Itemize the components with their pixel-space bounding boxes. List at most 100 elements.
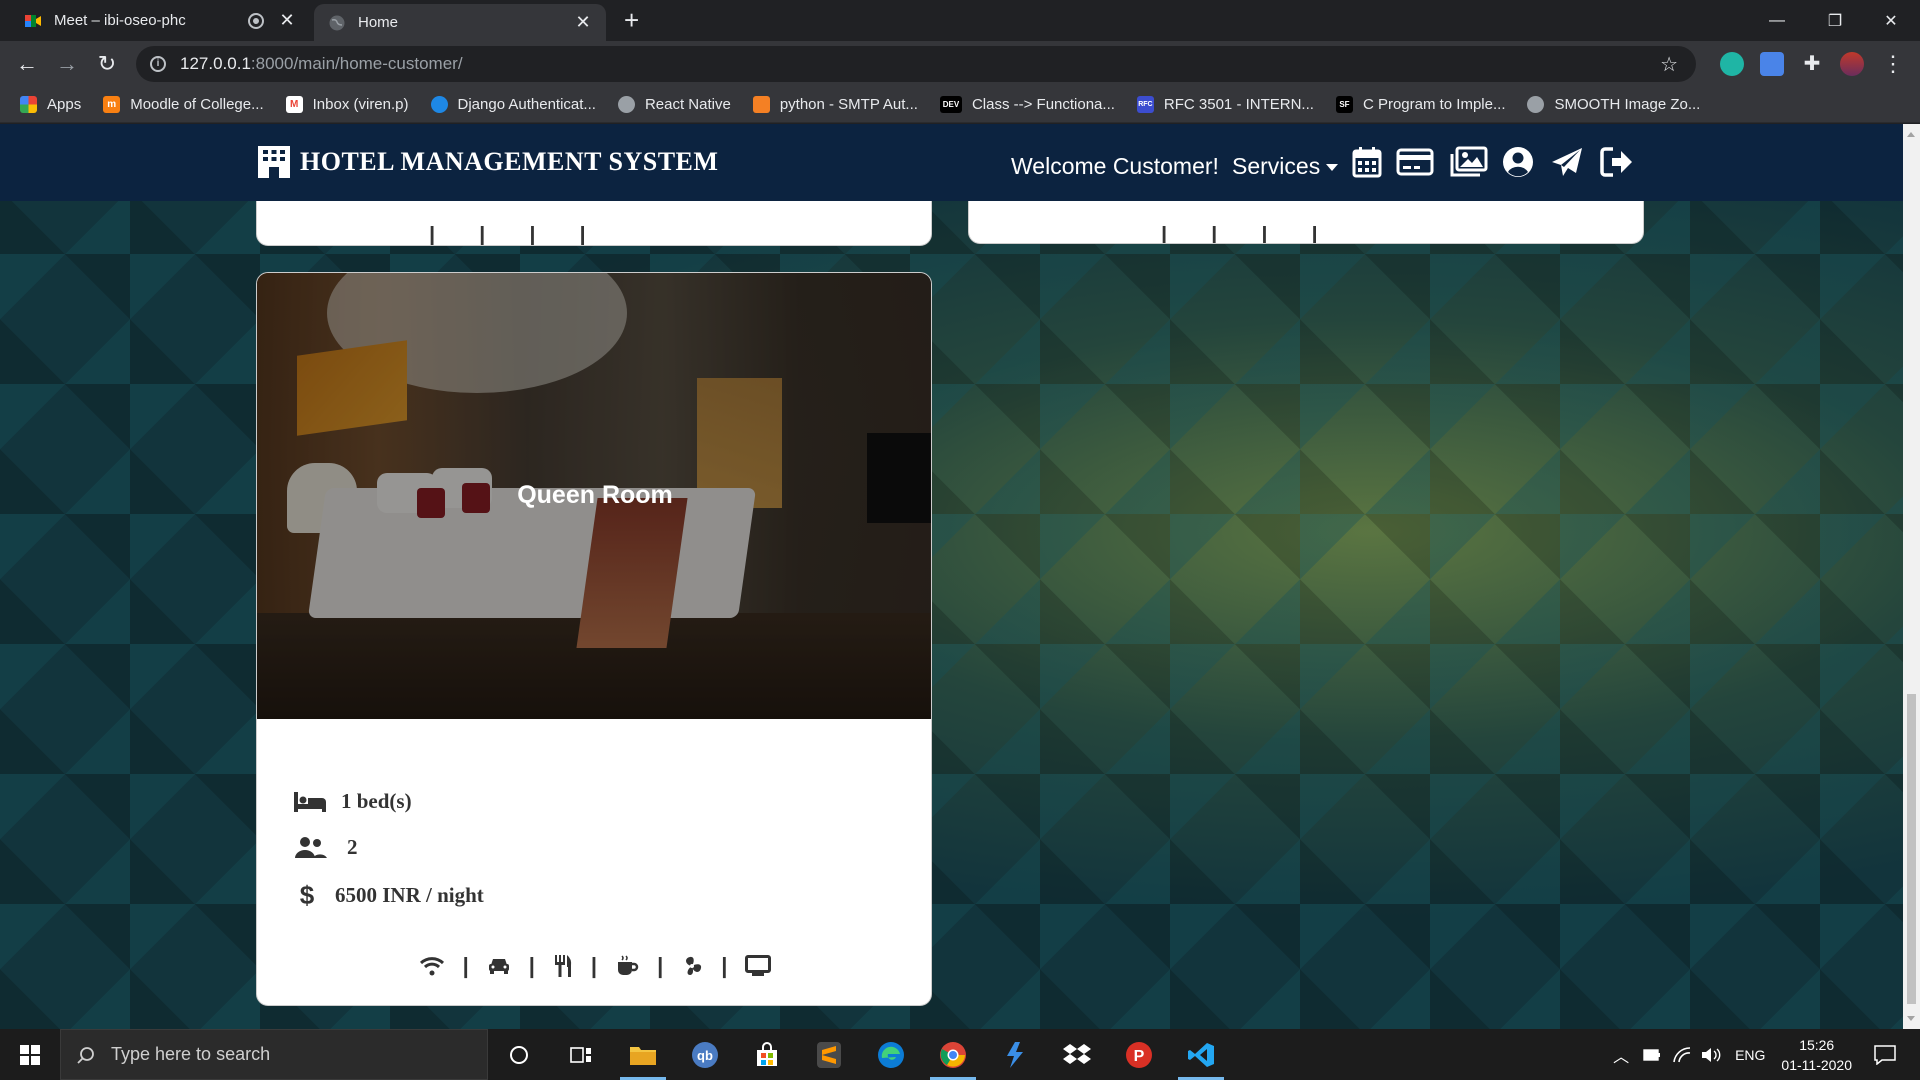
caret-down-icon <box>1326 164 1339 172</box>
wifi-tray-icon[interactable] <box>1673 1046 1691 1063</box>
google-translate-icon[interactable] <box>1760 52 1784 76</box>
bookmark-class-functional[interactable]: DEV Class --> Functiona... <box>939 96 1115 113</box>
new-tab-button[interactable]: + <box>624 7 639 33</box>
room-card-queen[interactable]: Queen Room 1 bed(s) 2 $ 6500 INR / night… <box>256 272 932 1006</box>
tab-home[interactable]: Home ✕ <box>314 4 606 41</box>
credit-card-icon[interactable] <box>1396 146 1434 178</box>
separator: | <box>721 953 728 978</box>
extension-m-icon[interactable] <box>1720 52 1744 76</box>
brand-title: HOTEL MANAGEMENT SYSTEM <box>300 147 719 176</box>
reload-button[interactable]: ↻ <box>94 51 120 77</box>
users-icon <box>295 836 327 858</box>
windows-taskbar: Type here to search qb P ︿ ENG 15:26 01-… <box>0 1029 1920 1080</box>
bookmark-python-smtp[interactable]: python - SMTP Aut... <box>752 96 918 113</box>
microsoft-store-icon[interactable] <box>736 1029 798 1080</box>
file-explorer-icon[interactable] <box>612 1029 674 1080</box>
cortana-icon[interactable] <box>488 1029 550 1080</box>
svg-text:P: P <box>1134 1048 1145 1065</box>
bookmark-label: C Program to Imple... <box>1362 96 1506 113</box>
chrome-menu-icon[interactable]: ⋮ <box>1880 51 1906 77</box>
hotel-building-icon <box>258 146 290 178</box>
back-button[interactable]: ← <box>14 51 40 77</box>
price-value: 6500 INR / night <box>335 882 484 907</box>
tab-meet[interactable]: Meet – ibi-oseo-phc ✕ <box>10 0 310 41</box>
forward-button[interactable]: → <box>54 51 80 77</box>
bookmark-label: Moodle of College... <box>130 96 264 113</box>
room-name: Queen Room <box>517 481 673 509</box>
chrome-browser-icon[interactable] <box>922 1029 984 1080</box>
qbittorrent-icon[interactable]: qb <box>674 1029 736 1080</box>
wifi-icon <box>419 957 444 976</box>
dropbox-icon[interactable] <box>1046 1029 1108 1080</box>
services-dropdown[interactable]: Services <box>1232 153 1339 180</box>
separator: | <box>462 953 469 978</box>
site-info-icon[interactable]: i <box>150 56 166 72</box>
tv-icon <box>745 955 772 976</box>
bookmark-django[interactable]: Django Authenticat... <box>430 96 596 113</box>
paper-plane-icon[interactable] <box>1550 146 1584 178</box>
tab-title: Meet – ibi-oseo-phc <box>54 12 186 29</box>
utensils-icon <box>554 955 572 977</box>
restore-button[interactable]: ❐ <box>1806 0 1864 41</box>
address-bar[interactable]: i 127.0.0.1:8000/main/home-customer/ ☆ <box>136 46 1696 82</box>
services-label: Services <box>1232 153 1321 179</box>
welcome-text: Welcome Customer! <box>1011 153 1219 179</box>
bookmark-moodle[interactable]: m Moodle of College... <box>103 96 264 113</box>
bookmarks-bar: Apps m Moodle of College... M Inbox (vir… <box>0 87 1920 123</box>
system-tray: ︿ ENG 15:26 01-11-2020 <box>1613 1029 1920 1080</box>
close-window-button[interactable]: ✕ <box>1862 0 1920 41</box>
separator: | <box>590 953 598 978</box>
bookmark-react-native[interactable]: React Native <box>617 96 731 113</box>
bed-icon <box>294 791 326 812</box>
taskbar-search[interactable]: Type here to search <box>60 1029 488 1080</box>
tray-chevron-up-icon[interactable]: ︿ <box>1613 1043 1629 1067</box>
volume-icon[interactable] <box>1701 1047 1721 1063</box>
profile-avatar[interactable] <box>1840 52 1864 76</box>
scroll-down-arrow-icon[interactable] <box>1907 1016 1915 1021</box>
pdf-app-icon[interactable]: P <box>1108 1029 1170 1080</box>
images-icon[interactable] <box>1450 146 1488 178</box>
bookmark-rfc[interactable]: RFC RFC 3501 - INTERN... <box>1136 96 1314 113</box>
scrollbar-thumb[interactable] <box>1907 694 1916 1004</box>
coffee-icon <box>618 955 639 975</box>
sublime-text-icon[interactable] <box>798 1029 860 1080</box>
language-indicator[interactable]: ENG <box>1735 1047 1765 1063</box>
brand-link[interactable]: HOTEL MANAGEMENT SYSTEM <box>256 146 718 178</box>
page-scrollbar[interactable] <box>1903 124 1920 1029</box>
bookmark-star-icon[interactable]: ☆ <box>1660 52 1678 77</box>
task-view-icon[interactable] <box>550 1029 612 1080</box>
clock-time: 15:26 <box>1799 1036 1835 1053</box>
separator: | <box>657 953 664 978</box>
apps-grid-icon <box>20 96 37 113</box>
user-circle-icon[interactable] <box>1502 146 1534 178</box>
calendar-icon[interactable] <box>1350 146 1384 178</box>
close-tab-icon[interactable]: ✕ <box>574 12 592 33</box>
bookmark-label: Django Authenticat... <box>457 96 596 113</box>
bookmark-inbox[interactable]: M Inbox (viren.p) <box>285 96 409 113</box>
close-tab-icon[interactable]: ✕ <box>278 10 296 31</box>
url-host: 127.0.0.1 <box>180 54 251 73</box>
battery-icon[interactable] <box>1643 1048 1661 1061</box>
extensions-puzzle-icon[interactable]: ✚ <box>1800 52 1824 76</box>
amenities-row: | | | | | <box>257 953 931 979</box>
edge-browser-icon[interactable] <box>860 1029 922 1080</box>
power-automate-icon[interactable] <box>984 1029 1046 1080</box>
bookmark-apps[interactable]: Apps <box>20 96 81 113</box>
clock[interactable]: 15:26 01-11-2020 <box>1781 1035 1852 1075</box>
globe-icon <box>329 15 345 30</box>
bookmark-label: RFC 3501 - INTERN... <box>1163 96 1314 113</box>
start-button[interactable] <box>0 1029 60 1080</box>
bookmark-smooth-image[interactable]: SMOOTH Image Zo... <box>1527 96 1700 113</box>
vscode-icon[interactable] <box>1170 1029 1232 1080</box>
notifications-icon[interactable] <box>1874 1044 1896 1065</box>
sign-out-icon[interactable] <box>1600 146 1634 178</box>
bookmark-c-program[interactable]: SF C Program to Imple... <box>1335 96 1506 113</box>
browser-tab-strip: Meet – ibi-oseo-phc ✕ Home ✕ + — ❐ ✕ <box>0 0 1920 41</box>
minimize-button[interactable]: — <box>1748 0 1806 41</box>
svg-text:qb: qb <box>697 1048 713 1063</box>
scroll-up-arrow-icon[interactable] <box>1907 132 1915 137</box>
bookmark-label: python - SMTP Aut... <box>779 96 918 113</box>
amenities-row: | | | | <box>1161 222 1318 244</box>
stackoverflow-icon <box>752 96 770 113</box>
globe-icon <box>1527 96 1545 113</box>
